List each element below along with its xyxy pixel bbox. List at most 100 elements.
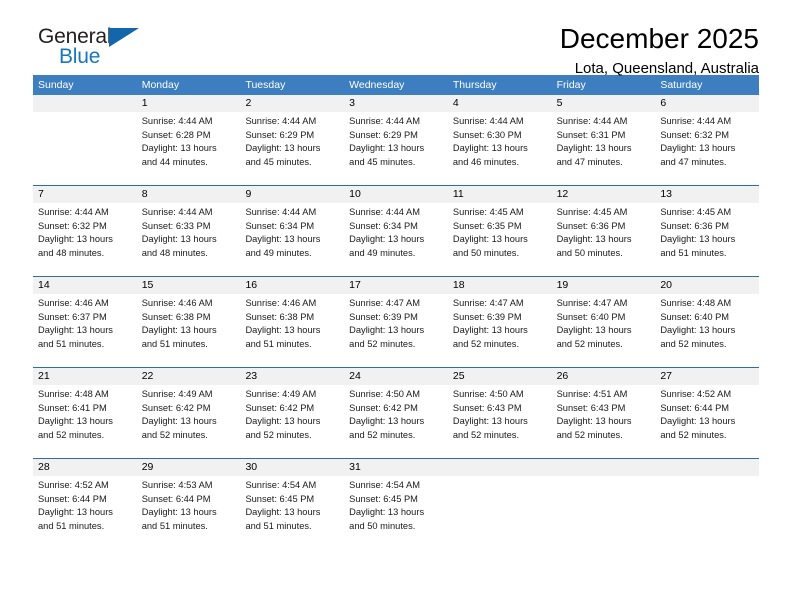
weekday-header-monday: Monday bbox=[141, 79, 180, 91]
day-daylight-text: Daylight: 13 hours bbox=[141, 234, 217, 245]
day-sunrise-text: Sunrise: 4:44 AM bbox=[660, 116, 732, 126]
day-details: Sunrise: 4:46 AM Sunset: 6:38 PM Daylight:… bbox=[137, 294, 241, 351]
day-cell-29[interactable]: 29 Sunrise: 4:53 AM Sunset: 6:44 PM Dayligh… bbox=[136, 459, 241, 536]
day-sunrise-text: Sunrise: 4:54 AM bbox=[349, 480, 420, 490]
day-cell-9[interactable]: 9 Sunrise: 4:44 AM Sunset: 6:34 PM Daylight… bbox=[240, 186, 345, 263]
general-blue-logo[interactable]: General Blue bbox=[38, 26, 158, 74]
day-daylight-text: Daylight: 13 hours bbox=[556, 143, 632, 154]
day-cell-7[interactable]: 7 Sunrise: 4:44 AM Sunset: 6:32 PM Daylight… bbox=[33, 186, 137, 263]
day-cell-1[interactable]: 1 Sunrise: 4:44 AM Sunset: 6:28 PM Daylight… bbox=[136, 95, 241, 172]
day-sunrise-text: Sunrise: 4:46 AM bbox=[141, 298, 213, 308]
day-cell-4[interactable]: 4 Sunrise: 4:44 AM Sunset: 6:30 PM Daylight… bbox=[447, 95, 552, 172]
day-number: 8 bbox=[136, 186, 241, 203]
day-sunset-text: Sunset: 6:30 PM bbox=[452, 129, 522, 140]
day-details: Sunrise: 4:44 AM Sunset: 6:31 PM Daylight:… bbox=[552, 112, 656, 169]
day-cell-16[interactable]: 16 Sunrise: 4:46 AM Sunset: 6:38 PM Dayligh… bbox=[240, 277, 345, 354]
day-cell-13[interactable]: 13 Sunrise: 4:45 AM Sunset: 6:36 PM Dayligh… bbox=[655, 186, 760, 263]
day-cell-21[interactable]: 21 Sunrise: 4:48 AM Sunset: 6:41 PM Dayligh… bbox=[33, 368, 137, 445]
day-cell-10[interactable]: 10 Sunrise: 4:44 AM Sunset: 6:34 PM Dayligh… bbox=[344, 186, 448, 263]
day-cell-23[interactable]: 23 Sunrise: 4:49 AM Sunset: 6:42 PM Dayligh… bbox=[240, 368, 345, 445]
day-sunrise-text: Sunrise: 4:45 AM bbox=[660, 207, 732, 217]
day-details: Sunrise: 4:46 AM Sunset: 6:37 PM Daylight:… bbox=[33, 294, 137, 351]
day-cell-31[interactable]: 31 Sunrise: 4:54 AM Sunset: 6:45 PM Dayligh… bbox=[344, 459, 448, 536]
day-sunset-text: Sunset: 6:41 PM bbox=[38, 402, 107, 413]
day-number: 16 bbox=[240, 277, 345, 294]
day-daylight2-text: and 51 minutes. bbox=[141, 520, 208, 531]
day-cell-17[interactable]: 17 Sunrise: 4:47 AM Sunset: 6:39 PM Dayligh… bbox=[344, 277, 448, 354]
day-sunset-text: Sunset: 6:37 PM bbox=[38, 311, 107, 322]
day-number: 4 bbox=[447, 95, 552, 112]
day-number: 3 bbox=[344, 95, 448, 112]
day-sunrise-text: Sunrise: 4:44 AM bbox=[141, 116, 213, 126]
day-details: Sunrise: 4:51 AM Sunset: 6:43 PM Daylight:… bbox=[552, 385, 656, 442]
day-daylight-text: Daylight: 13 hours bbox=[349, 143, 425, 154]
day-details: Sunrise: 4:44 AM Sunset: 6:34 PM Daylight:… bbox=[240, 203, 344, 260]
day-daylight2-text: and 49 minutes. bbox=[349, 247, 416, 258]
day-number: 12 bbox=[551, 186, 656, 203]
day-daylight-text: Daylight: 13 hours bbox=[245, 325, 321, 336]
day-daylight2-text: and 52 minutes. bbox=[349, 338, 416, 349]
day-number: 14 bbox=[33, 277, 137, 294]
day-sunrise-text: Sunrise: 4:44 AM bbox=[349, 116, 420, 126]
day-cell-25[interactable]: 25 Sunrise: 4:50 AM Sunset: 6:43 PM Dayligh… bbox=[447, 368, 552, 445]
day-daylight-text: Daylight: 13 hours bbox=[660, 325, 736, 336]
day-daylight-text: Daylight: 13 hours bbox=[245, 234, 321, 245]
day-number: 15 bbox=[136, 277, 241, 294]
day-daylight2-text: and 52 minutes. bbox=[452, 429, 520, 440]
day-sunrise-text: Sunrise: 4:54 AM bbox=[245, 480, 317, 490]
day-daylight2-text: and 45 minutes. bbox=[245, 156, 312, 167]
day-cell-5[interactable]: 5 Sunrise: 4:44 AM Sunset: 6:31 PM Daylight… bbox=[551, 95, 656, 172]
day-cell-8[interactable]: 8 Sunrise: 4:44 AM Sunset: 6:33 PM Daylight… bbox=[136, 186, 241, 263]
week-spacer bbox=[33, 172, 759, 185]
day-cell-22[interactable]: 22 Sunrise: 4:49 AM Sunset: 6:42 PM Dayligh… bbox=[136, 368, 241, 445]
day-sunset-text: Sunset: 6:40 PM bbox=[556, 311, 626, 322]
day-details: Sunrise: 4:44 AM Sunset: 6:32 PM Daylight:… bbox=[655, 112, 759, 169]
day-cell-20[interactable]: 20 Sunrise: 4:48 AM Sunset: 6:40 PM Dayligh… bbox=[655, 277, 760, 354]
day-cell-26[interactable]: 26 Sunrise: 4:51 AM Sunset: 6:43 PM Dayligh… bbox=[551, 368, 656, 445]
day-daylight2-text: and 52 minutes. bbox=[38, 429, 105, 440]
day-daylight-text: Daylight: 13 hours bbox=[141, 143, 217, 154]
day-daylight2-text: and 50 minutes. bbox=[349, 520, 416, 531]
week-inner: 1 Sunrise: 4:44 AM Sunset: 6:28 PM Daylight… bbox=[33, 95, 760, 172]
week-inner: 21 Sunrise: 4:48 AM Sunset: 6:41 PM Dayligh… bbox=[33, 368, 760, 445]
day-sunset-text: Sunset: 6:32 PM bbox=[660, 129, 730, 140]
day-sunrise-text: Sunrise: 4:49 AM bbox=[245, 389, 317, 399]
day-sunset-text: Sunset: 6:42 PM bbox=[141, 402, 211, 413]
day-cell-2[interactable]: 2 Sunrise: 4:44 AM Sunset: 6:29 PM Daylight… bbox=[240, 95, 345, 172]
day-cell-3[interactable]: 3 Sunrise: 4:44 AM Sunset: 6:29 PM Daylight… bbox=[344, 95, 448, 172]
day-sunset-text: Sunset: 6:31 PM bbox=[556, 129, 626, 140]
day-daylight2-text: and 51 minutes. bbox=[245, 520, 312, 531]
day-daylight2-text: and 52 minutes. bbox=[556, 338, 623, 349]
day-cell-30[interactable]: 30 Sunrise: 4:54 AM Sunset: 6:45 PM Dayligh… bbox=[240, 459, 345, 536]
day-cell-27[interactable]: 27 Sunrise: 4:52 AM Sunset: 6:44 PM Dayligh… bbox=[655, 368, 760, 445]
day-cell-12[interactable]: 12 Sunrise: 4:45 AM Sunset: 6:36 PM Dayligh… bbox=[551, 186, 656, 263]
day-cell-6[interactable]: 6 Sunrise: 4:44 AM Sunset: 6:32 PM Daylight… bbox=[655, 95, 760, 172]
day-sunrise-text: Sunrise: 4:53 AM bbox=[141, 480, 213, 490]
day-cell-14[interactable]: 14 Sunrise: 4:46 AM Sunset: 6:37 PM Dayligh… bbox=[33, 277, 137, 354]
day-details: Sunrise: 4:44 AM Sunset: 6:28 PM Daylight:… bbox=[137, 112, 241, 169]
day-sunset-text: Sunset: 6:29 PM bbox=[245, 129, 315, 140]
day-sunrise-text: Sunrise: 4:48 AM bbox=[38, 389, 109, 399]
day-sunrise-text: Sunrise: 4:48 AM bbox=[660, 298, 732, 308]
day-cell-11[interactable]: 11 Sunrise: 4:45 AM Sunset: 6:35 PM Dayligh… bbox=[447, 186, 552, 263]
day-number: 22 bbox=[136, 368, 241, 385]
day-sunset-text: Sunset: 6:45 PM bbox=[349, 493, 418, 504]
weekday-header-tuesday: Tuesday bbox=[245, 79, 286, 91]
day-details: Sunrise: 4:50 AM Sunset: 6:43 PM Daylight:… bbox=[448, 385, 552, 442]
day-cell-18[interactable]: 18 Sunrise: 4:47 AM Sunset: 6:39 PM Dayligh… bbox=[447, 277, 552, 354]
day-number: 11 bbox=[447, 186, 552, 203]
day-number: 6 bbox=[655, 95, 760, 112]
day-cell-24[interactable]: 24 Sunrise: 4:50 AM Sunset: 6:42 PM Dayligh… bbox=[344, 368, 448, 445]
calendar-week-row: 7 Sunrise: 4:44 AM Sunset: 6:32 PM Daylight… bbox=[33, 185, 760, 276]
day-daylight-text: Daylight: 13 hours bbox=[38, 234, 113, 245]
weekday-header-wednesday: Wednesday bbox=[349, 79, 405, 91]
day-sunset-text: Sunset: 6:43 PM bbox=[452, 402, 522, 413]
day-cell-28[interactable]: 28 Sunrise: 4:52 AM Sunset: 6:44 PM Dayligh… bbox=[33, 459, 137, 536]
day-sunrise-text: Sunrise: 4:44 AM bbox=[245, 207, 317, 217]
day-daylight-text: Daylight: 13 hours bbox=[141, 325, 217, 336]
day-cell-19[interactable]: 19 Sunrise: 4:47 AM Sunset: 6:40 PM Dayligh… bbox=[551, 277, 656, 354]
day-details: Sunrise: 4:49 AM Sunset: 6:42 PM Daylight:… bbox=[240, 385, 344, 442]
day-number: 21 bbox=[33, 368, 137, 385]
day-daylight-text: Daylight: 13 hours bbox=[38, 325, 113, 336]
day-cell-15[interactable]: 15 Sunrise: 4:46 AM Sunset: 6:38 PM Dayligh… bbox=[136, 277, 241, 354]
